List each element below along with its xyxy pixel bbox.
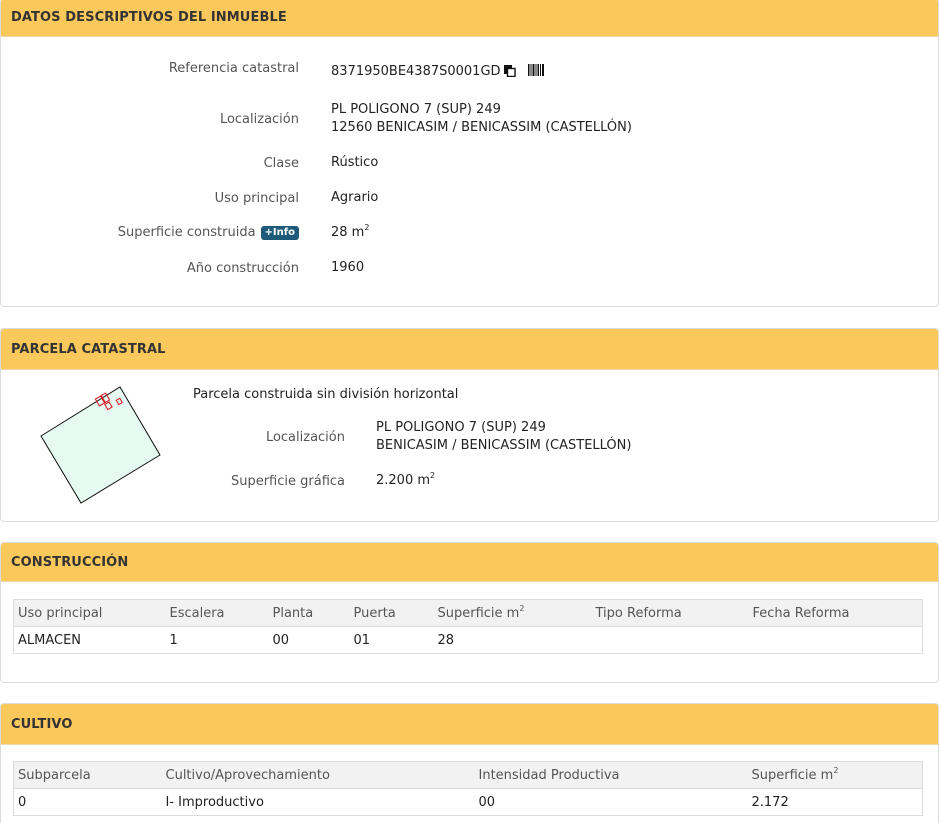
construccion-panel: CONSTRUCCIÓN Uso principal Escalera Plan… (0, 542, 939, 683)
table-header-row: Subparcela Cultivo/Aprovechamiento Inten… (13, 761, 923, 789)
table-row: 0 I- Improductivo 00 2.172 (14, 789, 923, 816)
anio-construccion-label: Año construcción (186, 261, 299, 276)
unit-exponent: 2 (833, 765, 839, 775)
construccion-header: CONSTRUCCIÓN (1, 543, 938, 582)
uso-principal-label: Uso principal (214, 191, 299, 206)
parcela-localizacion-label: Localización (265, 430, 345, 445)
superficie-grafica-value: 2.200 m2 (376, 472, 435, 490)
col-tipo-reforma: Tipo Reforma (591, 599, 749, 627)
cell-escalera: 1 (169, 632, 178, 648)
superficie-construida-value: 28 m2 (331, 224, 369, 242)
col-superficie: Superficie m2 (433, 599, 592, 627)
parcela-catastral-panel: PARCELA CATASTRAL Parcela construida sin… (0, 328, 939, 522)
localizacion-label: Localización (219, 112, 299, 127)
superficie-grafica-label: Superficie gráfica (230, 474, 345, 489)
clase-label: Clase (263, 156, 299, 171)
cell-superficie: 2.172 (751, 794, 789, 810)
cultivo-panel: CULTIVO Subparcela Cultivo/Aprovechamien… (0, 703, 939, 823)
col-superficie-text: Superficie m (751, 767, 834, 783)
anio-construccion-value: 1960 (331, 260, 365, 275)
parcela-localizacion-line2: BENICASIM / BENICASSIM (CASTELLÓN) (376, 438, 632, 453)
parcel-map-icon[interactable] (31, 381, 171, 509)
datos-descriptivos-header: DATOS DESCRIPTIVOS DEL INMUEBLE (1, 0, 938, 37)
ref-catastral-value: 8371950BE4387S0001GD (331, 63, 544, 81)
table-header-row: Uso principal Escalera Planta Puerta Sup… (13, 599, 923, 627)
col-puerta: Puerta (349, 599, 434, 627)
cell-puerta: 01 (353, 632, 371, 648)
info-button[interactable]: +Info (260, 226, 299, 240)
barcode-icon[interactable] (527, 64, 544, 76)
parcela-localizacion-line1: PL POLIGONO 7 (SUP) 249 (376, 420, 546, 435)
copy-icon[interactable] (503, 65, 516, 78)
localizacion-line1: PL POLIGONO 7 (SUP) 249 (331, 102, 501, 117)
superficie-grafica-number: 2.200 m (376, 473, 431, 488)
cell-cultivo: I- Improductivo (165, 794, 264, 810)
cultivo-table: Subparcela Cultivo/Aprovechamiento Inten… (13, 761, 923, 816)
col-cultivo: Cultivo/Aprovechamiento (161, 761, 475, 789)
unit-exponent: 2 (519, 603, 525, 613)
superficie-construida-number: 28 m (331, 225, 365, 240)
cell-uso: ALMACEN (18, 632, 82, 648)
parcela-subtitle: Parcela construida sin división horizont… (193, 387, 459, 402)
datos-descriptivos-panel: DATOS DESCRIPTIVOS DEL INMUEBLE Referenc… (0, 0, 939, 307)
col-superficie-text: Superficie m (437, 605, 520, 621)
panel-title: DATOS DESCRIPTIVOS DEL INMUEBLE (11, 10, 287, 25)
uso-principal-value: Agrario (331, 190, 379, 205)
construccion-table: Uso principal Escalera Planta Puerta Sup… (13, 599, 923, 654)
superficie-construida-text: Superficie construida (117, 225, 256, 240)
table-row: ALMACEN 1 00 01 28 (14, 627, 923, 654)
col-planta: Planta (268, 599, 350, 627)
col-subparcela: Subparcela (13, 761, 162, 789)
col-intensidad: Intensidad Productiva (474, 761, 748, 789)
clase-value: Rústico (331, 155, 379, 170)
unit-exponent: 2 (364, 223, 370, 232)
cell-subparcela: 0 (18, 794, 27, 810)
col-superficie: Superficie m2 (747, 761, 923, 789)
cell-planta: 00 (272, 632, 290, 648)
cell-tipo-reforma (592, 627, 749, 654)
ref-catastral-label: Referencia catastral (168, 61, 299, 76)
cell-superficie: 28 (437, 632, 455, 648)
panel-title: PARCELA CATASTRAL (11, 341, 166, 357)
parcela-header: PARCELA CATASTRAL (1, 329, 938, 370)
localizacion-line2: 12560 BENICASIM / BENICASSIM (CASTELLÓN) (331, 120, 632, 135)
panel-title: CULTIVO (11, 716, 73, 732)
panel-title: CONSTRUCCIÓN (11, 554, 129, 570)
cell-fecha-reforma (749, 627, 923, 654)
col-fecha-reforma: Fecha Reforma (748, 599, 923, 627)
cultivo-header: CULTIVO (1, 704, 938, 745)
cell-intensidad: 00 (478, 794, 496, 810)
unit-exponent: 2 (430, 471, 436, 480)
superficie-construida-label: Superficie construida +Info (118, 225, 299, 240)
ref-catastral-text: 8371950BE4387S0001GD (331, 64, 501, 79)
col-escalera: Escalera (165, 599, 269, 627)
col-uso-principal: Uso principal (13, 599, 166, 627)
